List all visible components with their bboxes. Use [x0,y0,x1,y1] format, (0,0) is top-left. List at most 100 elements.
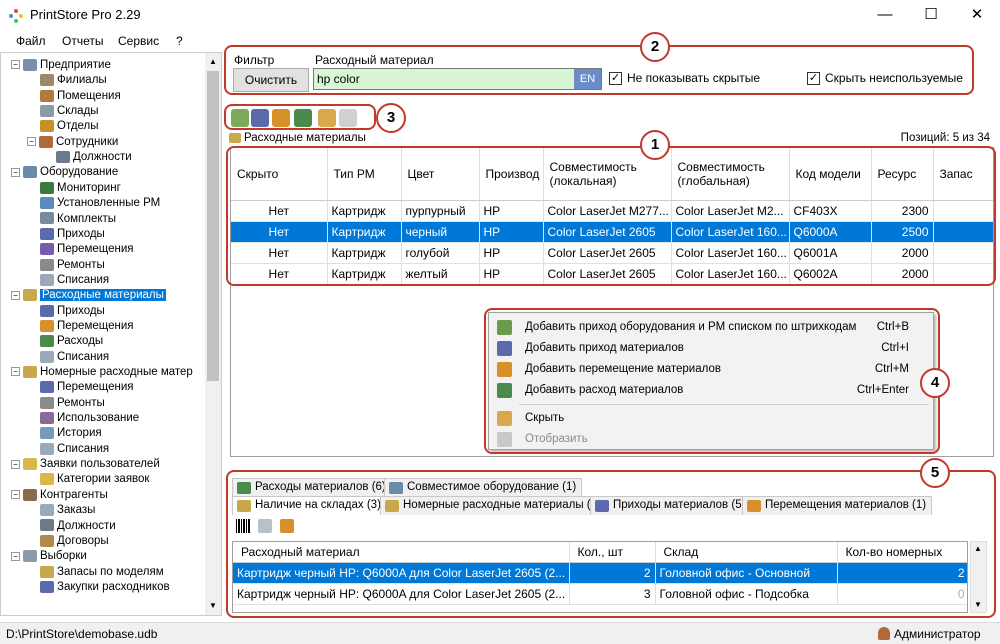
tab-cartridge[interactable]: Номерные расходные материалы (2) [380,496,607,515]
cart-icon [40,243,54,256]
tree-item[interactable]: Списания [40,273,109,288]
tree-item[interactable]: Установленные РМ [40,196,160,211]
show-icon[interactable] [339,109,357,127]
hide-hidden-checkbox[interactable]: ✓ [609,72,622,85]
tree-item[interactable]: Перемещения [40,242,134,257]
tree-expander-icon[interactable]: − [11,367,20,377]
tree-item-label: Перемещения [57,319,134,332]
tree-item[interactable]: − Расходные материалы [11,288,166,303]
tree-item-label: Запасы по моделям [57,565,164,578]
context-menu-outline [484,308,940,454]
tree-item[interactable]: Приходы [40,304,105,319]
maximize-button[interactable]: ☐ [908,0,954,30]
tree-item-label: Расходные материалы [40,289,166,302]
tree-item[interactable]: − Оборудование [11,165,118,180]
tab-cartridge[interactable]: Наличие на складах (3) [232,496,387,515]
tab-label: Совместимое оборудование (1) [407,481,577,493]
tree-item[interactable]: Заказы [40,503,95,518]
expense-icon[interactable] [294,109,312,127]
tree-item-label: Договоры [57,534,109,547]
writeoff-icon[interactable] [258,519,272,533]
cart-icon[interactable] [272,109,290,127]
stock-column-header[interactable]: Кол-во номерных [837,542,967,563]
tab-truck[interactable]: Приходы материалов (5) [590,496,752,515]
tree-expander-icon[interactable]: − [11,290,20,300]
material-search-input[interactable]: hp color [313,68,602,90]
clear-filter-button[interactable]: Очистить [233,68,309,92]
menu-service[interactable]: Сервис [118,34,159,48]
stock-column-header[interactable]: Склад [655,542,838,563]
stock-grid-scrollbar[interactable]: ▲ ▼ [970,541,987,613]
menu-file[interactable]: Файл [16,34,46,48]
user-icon [878,627,890,640]
tree-item[interactable]: − Сотрудники [27,135,118,150]
tree-item[interactable]: Списания [40,350,109,365]
close-button[interactable]: ✕ [954,0,1000,30]
tree-expander-icon[interactable]: − [27,137,36,147]
tree-item-label: Номерные расходные матер [40,366,193,378]
barcode-icon[interactable] [236,519,250,533]
stock-grid[interactable]: Расходный материал Кол., шт Склад Кол-во но… [232,541,968,613]
stock-column-header[interactable]: Кол., шт [569,542,656,563]
truck-icon [595,500,609,512]
tree-item[interactable]: Должности [56,150,132,165]
scroll-down-icon[interactable]: ▼ [974,600,982,609]
tree-item[interactable]: − Номерные расходные матер [11,365,193,380]
tree-expander-icon[interactable]: − [11,490,20,500]
navigation-tree[interactable]: − Предприятие Филиалы Помещения Склады Отделы… [0,52,222,616]
hide-icon[interactable] [318,109,336,127]
scroll-up-icon[interactable]: ▲ [209,57,217,66]
tree-item[interactable]: Мониторинг [40,181,121,196]
tree-item[interactable]: Запасы по моделям [40,565,164,580]
tree-item[interactable]: Договоры [40,534,109,549]
tree-item[interactable]: Расходы [40,334,103,349]
callout-3: 3 [376,103,406,133]
scroll-down-icon[interactable]: ▼ [209,601,217,610]
contract-icon [40,534,54,547]
tree-expander-icon[interactable]: − [11,459,20,469]
menu-reports[interactable]: Отчеты [62,34,103,48]
tree-item[interactable]: Склады [40,104,99,119]
window-title: PrintStore Pro 2.29 [30,7,141,22]
tree-scrollbar-thumb[interactable] [207,71,219,381]
tab-cart[interactable]: Перемещения материалов (1) [742,496,933,515]
tree-scrollbar[interactable]: ▲ ▼ [205,53,221,615]
tab-expense[interactable]: Расходы материалов (6) [232,478,392,497]
stock-column-header[interactable]: Расходный материал [233,542,570,563]
tree-item[interactable]: Категории заявок [40,472,149,487]
scroll-up-icon[interactable]: ▲ [974,544,982,553]
tree-item[interactable]: Приходы [40,227,105,242]
tree-item[interactable]: Закупки расходников [40,580,170,595]
menu-help[interactable]: ? [176,34,183,48]
tree-item[interactable]: Использование [40,411,139,426]
tree-item-label: Склады [57,105,99,118]
hide-unused-checkbox[interactable]: ✓ [807,72,820,85]
tree-expander-icon[interactable]: − [11,60,20,70]
tree-item[interactable]: − Предприятие [11,58,111,73]
minimize-button[interactable]: — [862,0,908,30]
tree-item[interactable]: Должности [40,519,116,534]
tree-item[interactable]: Списания [40,442,109,457]
truck-icon[interactable] [251,109,269,127]
tree-expander-icon[interactable]: − [11,551,20,561]
barcode-add-icon[interactable] [231,109,249,127]
tree-item[interactable]: Ремонты [40,258,105,273]
tree-item[interactable]: Помещения [40,89,121,104]
cart-icon[interactable] [280,519,294,533]
table-row[interactable]: Картридж черный HP: Q6000A для Color Las… [233,583,967,605]
tree-item[interactable]: Комплекты [40,212,116,227]
tab-label: Приходы материалов (5) [613,499,746,511]
tree-expander-icon[interactable]: − [11,167,20,177]
tree-item[interactable]: Перемещения [40,319,134,334]
table-row[interactable]: Картридж черный HP: Q6000A для Color Las… [233,562,967,584]
wrench-icon [40,396,54,409]
tree-item[interactable]: − Контрагенты [11,488,108,503]
tree-item[interactable]: Ремонты [40,396,105,411]
tree-item[interactable]: Отделы [40,119,99,134]
tab-printer[interactable]: Совместимое оборудование (1) [384,478,583,497]
tree-item[interactable]: − Выборки [11,549,87,564]
tree-item[interactable]: Перемещения [40,380,134,395]
tree-item[interactable]: История [40,426,102,441]
tree-item[interactable]: − Заявки пользователей [11,457,160,472]
tree-item[interactable]: Филиалы [40,73,107,88]
